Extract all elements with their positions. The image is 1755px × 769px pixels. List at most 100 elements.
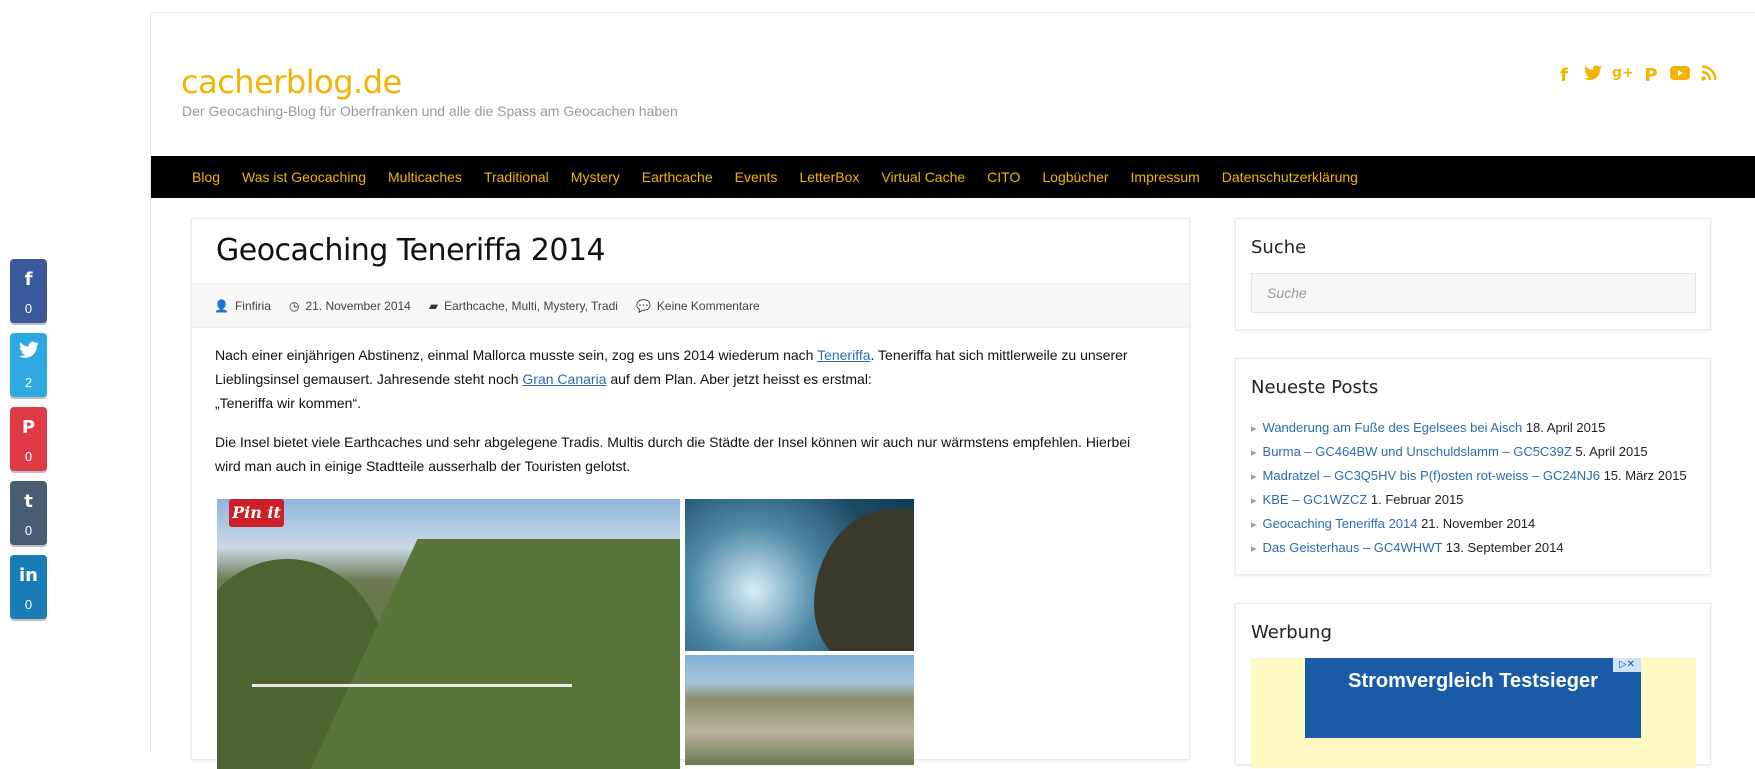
- paragraph: Nach einer einjährigen Abstinenz, einmal…: [215, 343, 1155, 415]
- article-title[interactable]: Geocaching Teneriffa 2014: [216, 233, 606, 268]
- meta-date[interactable]: ◷ 21. November 2014: [289, 299, 411, 313]
- tumblr-icon: t: [24, 490, 33, 512]
- paragraph: Die Insel bietet viele Earthcaches und s…: [215, 434, 1131, 474]
- nav-item-virtual-cache[interactable]: Virtual Cache: [881, 169, 965, 185]
- site-title[interactable]: cacherblog.de: [181, 63, 402, 101]
- share-linkedin-button[interactable]: in 0: [10, 555, 47, 619]
- facebook-icon[interactable]: f: [1554, 65, 1574, 86]
- nav-item-events[interactable]: Events: [735, 169, 778, 185]
- post-date: 1. Februar 2015: [1370, 492, 1464, 507]
- ad-inner[interactable]: Stromvergleich Testsieger ▷✕: [1305, 658, 1641, 738]
- post-link[interactable]: Burma – GC464BW und Unschuldslamm – GC5C…: [1263, 444, 1572, 459]
- post-date: 21. November 2014: [1421, 516, 1536, 531]
- post-date: 13. September 2014: [1445, 540, 1564, 555]
- page-wrapper: cacherblog.de Der Geocaching-Blog für Ob…: [150, 12, 1755, 769]
- post-link[interactable]: Wanderung am Fuße des Egelsees bei Aisch: [1263, 420, 1523, 435]
- post-link[interactable]: Geocaching Teneriffa 2014: [1263, 516, 1418, 531]
- post-link[interactable]: Das Geisterhaus – GC4WHWT: [1263, 540, 1443, 555]
- pinterest-icon: P: [21, 416, 36, 438]
- text: „Teneriffa wir kommen“.: [215, 395, 362, 411]
- comments-link[interactable]: Keine Kommentare: [657, 299, 760, 313]
- google-plus-icon[interactable]: g+: [1612, 65, 1634, 86]
- nav-item-logbuecher[interactable]: Logbücher: [1042, 169, 1108, 185]
- list-item: ▸ Geocaching Teneriffa 2014 21. November …: [1251, 512, 1687, 536]
- nav-item-multicaches[interactable]: Multicaches: [388, 169, 462, 185]
- folder-icon: ▰: [428, 298, 439, 313]
- share-count: 0: [24, 300, 33, 316]
- photo-rock: [814, 509, 914, 651]
- site-header: cacherblog.de Der Geocaching-Blog für Ob…: [151, 13, 1755, 156]
- ad-banner[interactable]: Stromvergleich Testsieger ▷✕: [1251, 658, 1696, 768]
- pinterest-icon[interactable]: P: [1641, 65, 1661, 86]
- photo-sea[interactable]: [685, 499, 914, 651]
- share-count: 0: [24, 596, 33, 612]
- photo-town[interactable]: [685, 655, 914, 765]
- meta-comments[interactable]: 💬 Keine Kommentare: [636, 299, 760, 313]
- article-meta: 👤 Finfiria ◷ 21. November 2014 ▰ Earthcache…: [192, 283, 1189, 328]
- nav-item-datenschutz[interactable]: Datenschutzerklärung: [1222, 169, 1358, 185]
- nav-item-cito[interactable]: CITO: [987, 169, 1020, 185]
- post-date: 15. März 2015: [1603, 468, 1687, 483]
- article-card: Geocaching Teneriffa 2014 👤 Finfiria ◷ 21.…: [191, 218, 1190, 769]
- nav-item-letterbox[interactable]: LetterBox: [799, 169, 859, 185]
- twitter-icon[interactable]: [1583, 65, 1603, 86]
- facebook-icon: f: [24, 268, 33, 290]
- main-navigation: Blog Was ist Geocaching Multicaches Trad…: [151, 156, 1755, 198]
- share-tumblr-button[interactable]: t 0: [10, 481, 47, 545]
- search-input[interactable]: Suche: [1251, 273, 1696, 313]
- post-date[interactable]: 21. November 2014: [305, 299, 410, 313]
- photo-mountains[interactable]: Pin it: [217, 499, 680, 769]
- link-teneriffa[interactable]: Teneriffa: [817, 347, 870, 363]
- rss-icon[interactable]: [1699, 65, 1719, 86]
- list-item: ▸ Das Geisterhaus – GC4WHWT 13. September…: [1251, 536, 1687, 560]
- post-date: 5. April 2015: [1575, 444, 1648, 459]
- linkedin-icon: in: [19, 564, 38, 586]
- category-links[interactable]: Earthcache, Multi, Mystery, Tradi: [444, 299, 618, 313]
- comment-icon: 💬: [635, 298, 651, 313]
- share-count: 0: [24, 448, 33, 464]
- share-facebook-button[interactable]: f 0: [10, 259, 47, 323]
- widget-title: Werbung: [1251, 622, 1332, 643]
- meta-author[interactable]: 👤 Finfiria: [214, 299, 271, 313]
- list-item: ▸ Wanderung am Fuße des Egelsees bei Aisc…: [1251, 416, 1687, 440]
- clock-icon: ◷: [288, 298, 300, 313]
- text: auf dem Plan. Aber jetzt heisst es erstm…: [606, 371, 872, 387]
- arrow-icon: ▸: [1251, 470, 1257, 483]
- arrow-icon: ▸: [1251, 422, 1257, 435]
- arrow-icon: ▸: [1251, 518, 1257, 531]
- ad-text: Stromvergleich Testsieger: [1348, 670, 1598, 692]
- list-item: ▸ KBE – GC1WZCZ 1. Februar 2015: [1251, 488, 1687, 512]
- post-link[interactable]: KBE – GC1WZCZ: [1263, 492, 1368, 507]
- pin-it-button[interactable]: Pin it: [229, 499, 284, 527]
- nav-item-traditional[interactable]: Traditional: [484, 169, 549, 185]
- widget-title: Neueste Posts: [1251, 377, 1379, 398]
- ad-widget: Werbung Stromvergleich Testsieger ▷✕: [1235, 603, 1711, 768]
- ad-close-icon[interactable]: ▷✕: [1613, 658, 1641, 672]
- share-pinterest-button[interactable]: P 0: [10, 407, 47, 471]
- list-item: ▸ Madratzel – GC3Q5HV bis P(f)osten rot-w…: [1251, 464, 1687, 488]
- meta-categories: ▰ Earthcache, Multi, Mystery, Tradi: [429, 299, 618, 313]
- arrow-icon: ▸: [1251, 494, 1257, 507]
- twitter-icon: [18, 341, 39, 367]
- share-twitter-button[interactable]: 2: [10, 333, 47, 397]
- header-social-links: f g+ P: [1554, 65, 1719, 86]
- author-name[interactable]: Finfiria: [235, 299, 271, 313]
- link-gran-canaria[interactable]: Gran Canaria: [522, 371, 606, 387]
- arrow-icon: ▸: [1251, 542, 1257, 555]
- article-body: Nach einer einjährigen Abstinenz, einmal…: [215, 343, 1155, 493]
- nav-item-blog[interactable]: Blog: [192, 169, 220, 185]
- nav-item-impressum[interactable]: Impressum: [1131, 169, 1200, 185]
- nav-item-mystery[interactable]: Mystery: [571, 169, 620, 185]
- nav-item-earthcache[interactable]: Earthcache: [642, 169, 713, 185]
- widget-title: Suche: [1251, 237, 1307, 258]
- list-item: ▸ Burma – GC464BW und Unschuldslamm – GC5…: [1251, 440, 1687, 464]
- share-count: 0: [24, 522, 33, 538]
- nav-item-was-ist-geocaching[interactable]: Was ist Geocaching: [242, 169, 366, 185]
- recent-posts-widget: Neueste Posts ▸ Wanderung am Fuße des Ege…: [1235, 358, 1711, 575]
- user-icon: 👤: [214, 298, 229, 313]
- recent-posts-list: ▸ Wanderung am Fuße des Egelsees bei Aisc…: [1251, 416, 1687, 560]
- site-description: Der Geocaching-Blog für Oberfranken und …: [182, 103, 678, 119]
- photo-road: [252, 684, 572, 687]
- youtube-icon[interactable]: [1670, 65, 1690, 86]
- post-link[interactable]: Madratzel – GC3Q5HV bis P(f)osten rot-we…: [1263, 468, 1600, 483]
